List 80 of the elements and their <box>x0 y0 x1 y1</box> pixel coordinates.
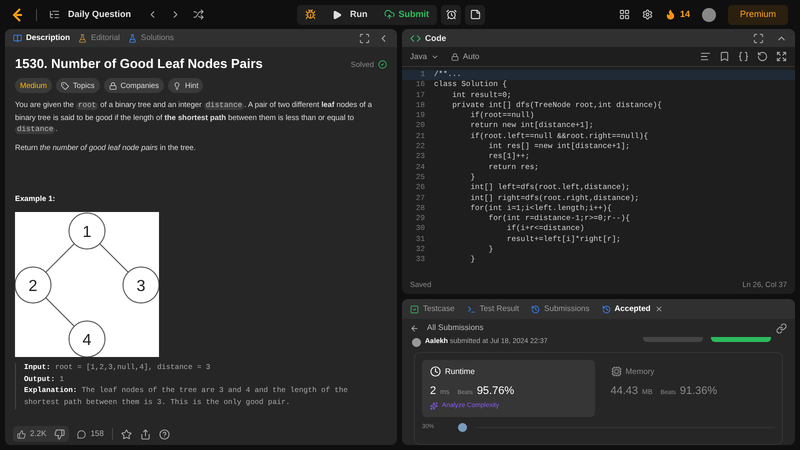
problem-title: 1530. Number of Good Leaf Nodes Pairs <box>15 55 263 73</box>
tree-node: 4 <box>68 320 106 357</box>
arrow-left-icon <box>410 324 419 332</box>
code-icon <box>410 32 421 44</box>
panel-tab[interactable]: Editorial <box>78 32 120 44</box>
check-circle-icon <box>378 60 387 68</box>
run-button[interactable]: Run <box>324 4 376 24</box>
close-icon <box>654 305 663 313</box>
result-tab[interactable]: Submissions <box>531 303 590 315</box>
tab-icon <box>13 34 22 42</box>
sparkles-icon <box>430 402 438 410</box>
help-icon[interactable] <box>158 428 170 440</box>
tab-icon <box>531 304 540 314</box>
play-icon <box>332 10 342 20</box>
stat-value: 44.43 <box>610 384 638 398</box>
comments-button[interactable]: 158 <box>77 428 104 440</box>
expand-icon[interactable] <box>776 51 787 62</box>
panel-tab[interactable]: Description <box>13 32 70 44</box>
timer-button[interactable] <box>441 4 462 24</box>
tree-node: 3 <box>122 266 159 304</box>
comment-icon <box>77 430 86 438</box>
tree-node: 2 <box>15 266 52 304</box>
language-select[interactable]: Java <box>410 50 439 62</box>
maximize-icon[interactable] <box>359 32 370 44</box>
tab-icon <box>78 34 88 42</box>
star-icon[interactable] <box>120 428 132 440</box>
stat-label: Memory <box>626 366 654 378</box>
grid-icon[interactable] <box>618 9 630 20</box>
stat-value: 2 <box>430 384 436 398</box>
streak-counter[interactable]: 14 <box>664 8 690 22</box>
tab-icon <box>410 304 419 314</box>
result-tab[interactable]: Accepted <box>602 303 663 315</box>
beats-percent: 91.36% <box>680 384 718 398</box>
tag-icon <box>172 82 181 90</box>
tab-icon <box>128 34 137 42</box>
shuffle-icon[interactable] <box>193 9 204 20</box>
result-tab[interactable]: Test Result <box>466 303 520 315</box>
dislike-icon[interactable] <box>54 428 66 440</box>
tree-node: 1 <box>68 212 106 250</box>
cloud-upload-icon <box>384 9 395 20</box>
bookmark-icon[interactable] <box>719 51 730 62</box>
share-icon[interactable] <box>140 428 151 440</box>
stat-label: Runtime <box>445 366 475 378</box>
clock-icon <box>430 366 441 377</box>
reset-icon[interactable] <box>757 51 768 62</box>
list-icon[interactable] <box>49 9 60 20</box>
tab-icon <box>466 304 476 314</box>
code-panel-title: Code <box>425 32 446 44</box>
settings-icon[interactable] <box>642 9 653 20</box>
note-icon <box>470 9 481 20</box>
notes-button[interactable] <box>465 4 486 24</box>
lock-icon <box>450 52 459 60</box>
tree-edge <box>45 243 75 273</box>
user-avatar <box>412 338 421 347</box>
braces-icon[interactable] <box>738 51 749 62</box>
submit-button[interactable]: Submit <box>376 4 438 24</box>
logo-icon[interactable] <box>12 8 24 22</box>
problem-list-title[interactable]: Daily Question <box>68 8 132 22</box>
tree-edge <box>99 243 129 273</box>
tree-edge <box>45 297 75 327</box>
premium-button[interactable]: Premium <box>728 4 788 24</box>
auto-mode[interactable]: Auto <box>450 50 480 62</box>
alarm-clock-icon <box>446 9 457 20</box>
tag-icon <box>108 82 117 90</box>
flame-icon <box>664 9 676 20</box>
result-tab[interactable]: Testcase <box>410 303 455 315</box>
cut-off-button[interactable] <box>711 336 771 342</box>
avatar[interactable] <box>702 8 716 22</box>
beats-percent: 95.76% <box>476 384 514 398</box>
format-icon[interactable] <box>700 51 711 62</box>
all-submissions-link[interactable]: All Submissions <box>410 322 484 334</box>
thumbs-up-icon <box>17 430 26 438</box>
tag-icon <box>61 82 70 90</box>
link-icon[interactable] <box>776 322 787 334</box>
user-marker <box>458 422 468 432</box>
tab-icon <box>602 304 611 314</box>
chip-icon <box>610 366 622 377</box>
panel-tab[interactable]: Solutions <box>128 32 174 44</box>
maximize-icon[interactable] <box>753 32 764 44</box>
bug-icon <box>305 9 316 20</box>
